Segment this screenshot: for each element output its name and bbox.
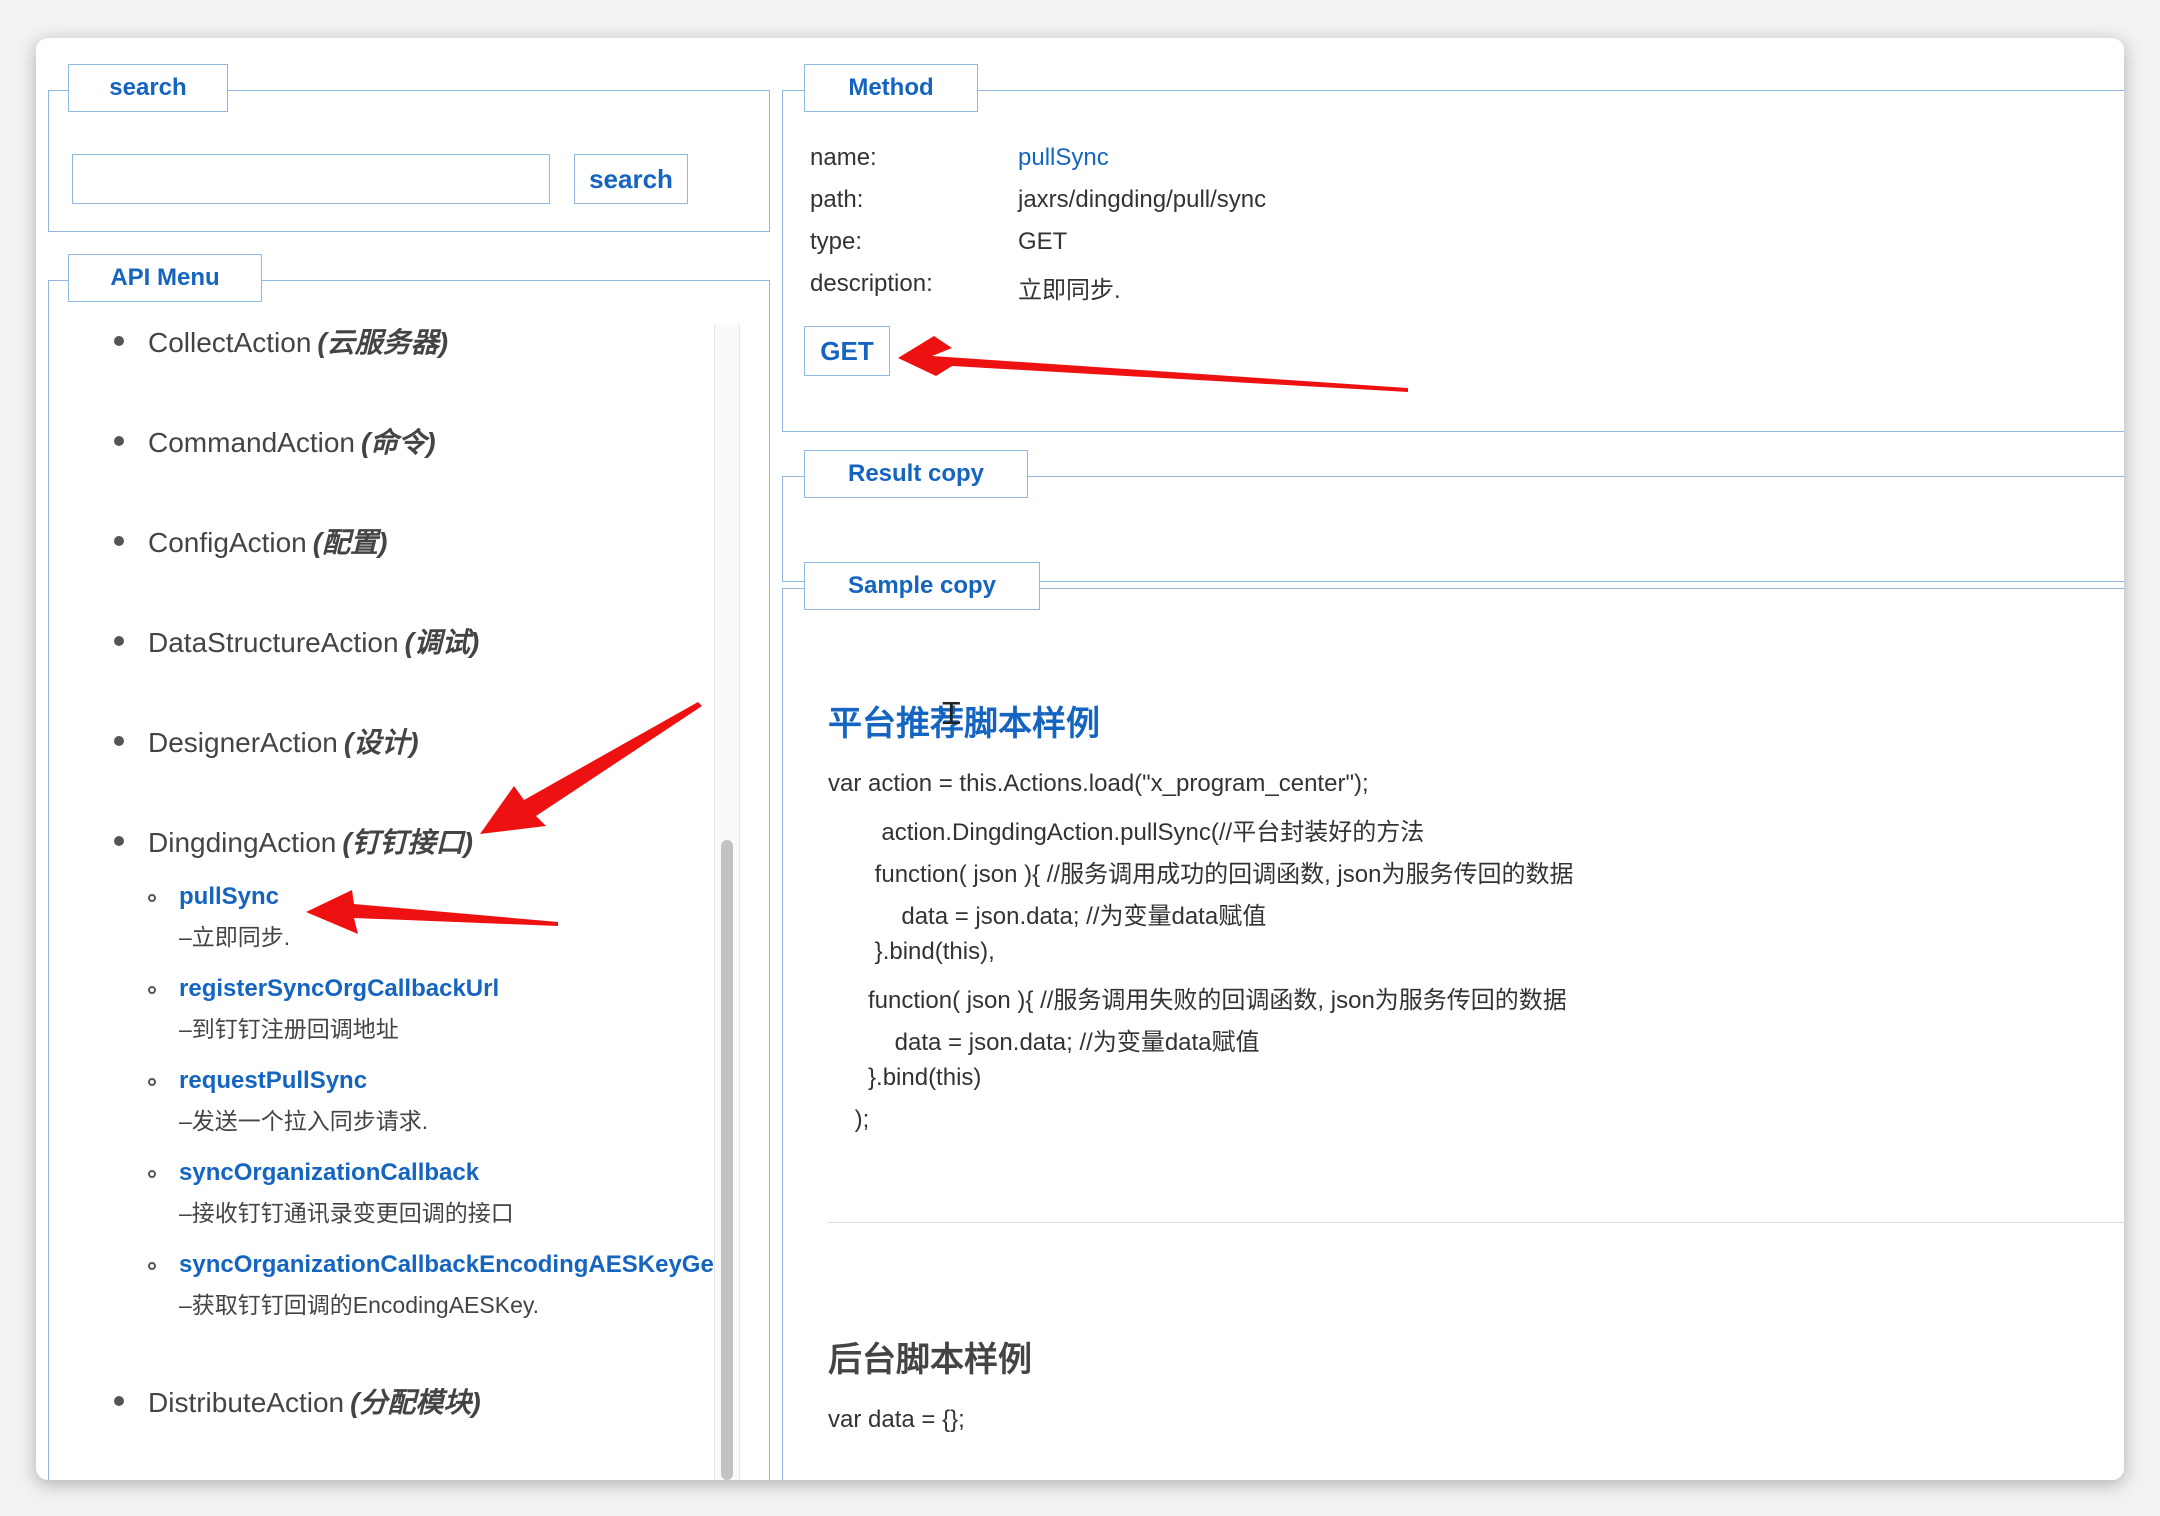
meta-value-description: 立即同步. <box>1018 277 1121 304</box>
method-desc: –到钉钉注册回调地址 <box>179 1016 399 1042</box>
menu-item-collect-action[interactable]: CollectAction (云服务器) <box>148 321 448 361</box>
meta-value-path: jaxrs/dingding/pull/sync <box>1018 186 1267 213</box>
code-line: }.bind(this), <box>828 938 995 965</box>
list-bullet <box>114 736 124 746</box>
list-bullet <box>114 1396 124 1406</box>
list-bullet <box>114 636 124 646</box>
meta-label-type: type: <box>810 228 863 255</box>
action-name: CollectAction <box>148 327 312 358</box>
list-bullet <box>114 836 124 846</box>
meta-label-description: description: <box>810 270 933 297</box>
sub-list-bullet <box>148 1078 156 1086</box>
search-input[interactable] <box>72 154 550 204</box>
method-link-pullsync[interactable]: pullSync <box>179 883 279 911</box>
menu-item-distribute-action[interactable]: DistributeAction (分配模块) <box>148 1381 481 1421</box>
menu-scrollbar-thumb[interactable] <box>721 840 733 1480</box>
meta-value-name: pullSync <box>1018 144 1109 171</box>
meta-label-path: path: <box>810 186 864 213</box>
list-bullet <box>114 436 124 446</box>
menu-item-config-action[interactable]: ConfigAction (配置) <box>148 521 387 561</box>
sub-list-bullet <box>148 894 156 902</box>
code-line: function( json ){ //服务调用成功的回调函数, json为服务… <box>828 861 1574 888</box>
code-line: data = json.data; //为变量data赋值 <box>828 1029 1260 1056</box>
get-request-button[interactable]: GET <box>804 326 890 376</box>
method-link-registersyncorgcallbackurl[interactable]: registerSyncOrgCallbackUrl <box>179 975 499 1003</box>
action-cn: (设计) <box>343 727 419 758</box>
sample-copy-legend[interactable]: Sample copy <box>804 562 1040 610</box>
method-panel <box>782 90 2124 432</box>
meta-value-type: GET <box>1018 228 1068 255</box>
code-line: }.bind(this) <box>828 1064 982 1091</box>
list-bullet <box>114 336 124 346</box>
action-cn: (调试) <box>404 627 480 658</box>
method-link-syncorganizationcallbackencodingaeskeyget[interactable]: syncOrganizationCallbackEncodingAESKeyGe… <box>179 1251 722 1279</box>
sub-list-bullet <box>148 1262 156 1270</box>
method-link-syncorganizationcallback[interactable]: syncOrganizationCallback <box>179 1159 479 1187</box>
action-name: DingdingAction <box>148 827 337 858</box>
meta-label-name: name: <box>810 144 877 171</box>
action-name: DesignerAction <box>148 727 338 758</box>
menu-item-datastructure-action[interactable]: DataStructureAction (调试) <box>148 621 479 661</box>
action-name: DataStructureAction <box>148 627 399 658</box>
method-desc: –获取钉钉回调的EncodingAESKey. <box>179 1292 540 1318</box>
sub-list-bullet <box>148 1170 156 1178</box>
menu-item-designer-action[interactable]: DesignerAction (设计) <box>148 721 419 761</box>
code-line: var action = this.Actions.load("x_progra… <box>828 770 1369 797</box>
search-button[interactable]: search <box>574 154 688 204</box>
result-copy-legend[interactable]: Result copy <box>804 450 1028 498</box>
menu-scrollbar[interactable] <box>714 324 740 1480</box>
list-bullet <box>114 536 124 546</box>
action-cn: (钉钉接口) <box>342 827 473 858</box>
backend-script-title: 后台脚本样例 <box>828 1341 1032 1379</box>
action-cn: (配置) <box>312 527 388 558</box>
code-line: var data = {}; <box>828 1406 965 1433</box>
search-legend: search <box>68 64 228 112</box>
menu-item-dingding-action[interactable]: DingdingAction (钉钉接口) <box>148 821 473 861</box>
code-line: action.DingdingAction.pullSync(//平台封装好的方… <box>828 819 1425 846</box>
action-cn: (命令) <box>360 427 436 458</box>
menu-item-command-action[interactable]: CommandAction (命令) <box>148 421 436 461</box>
section-divider <box>828 1222 2124 1223</box>
action-cn: (云服务器) <box>317 327 449 358</box>
app-window: search search API Menu CollectAction (云服务… <box>36 38 2124 1480</box>
action-cn: (分配模块) <box>350 1387 481 1418</box>
code-line: function( json ){ //服务调用失败的回调函数, json为服务… <box>828 987 1567 1014</box>
code-line: ); <box>828 1106 870 1133</box>
method-desc: –接收钉钉通讯录变更回调的接口 <box>179 1200 514 1226</box>
sub-list-bullet <box>148 986 156 994</box>
code-line: data = json.data; //为变量data赋值 <box>828 903 1267 930</box>
api-menu-legend: API Menu <box>68 254 262 302</box>
action-name: DistributeAction <box>148 1387 345 1418</box>
platform-script-title: 平台推荐脚本样例 <box>828 705 1100 743</box>
text-cursor-icon: Ꮖ <box>942 698 962 731</box>
action-name: ConfigAction <box>148 527 307 558</box>
method-legend: Method <box>804 64 978 112</box>
method-link-requestpullsync[interactable]: requestPullSync <box>179 1067 367 1095</box>
method-desc: –立即同步. <box>179 924 291 950</box>
action-name: CommandAction <box>148 427 355 458</box>
method-desc: –发送一个拉入同步请求. <box>179 1108 429 1134</box>
